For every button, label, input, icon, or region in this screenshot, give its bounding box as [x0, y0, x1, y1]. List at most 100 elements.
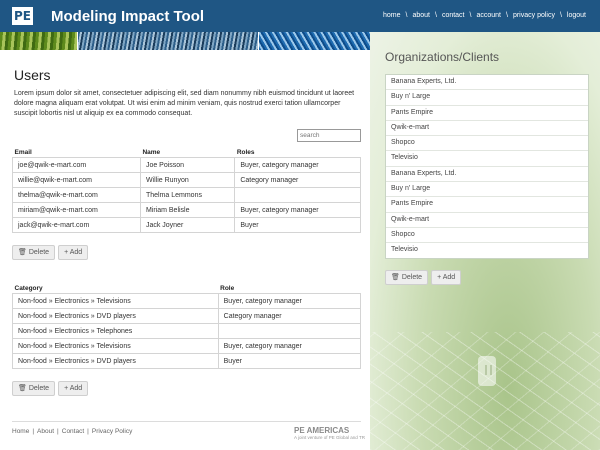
nav-link-contact[interactable]: contact [442, 12, 465, 19]
categories-delete-label: Delete [28, 385, 50, 392]
users-delete-label: Delete [28, 249, 50, 256]
users-add-button[interactable]: + Add [58, 245, 89, 260]
role-cell [217, 323, 362, 339]
organization-item[interactable]: Televisio [386, 151, 588, 167]
categories-add-button[interactable]: + Add [58, 381, 89, 396]
brand-tagline: A joint venture of PE Global and TR [294, 435, 365, 440]
nav-separator: \ [405, 12, 408, 19]
top-nav: home \ about \ contact \ account \ privacy polic… [383, 12, 586, 19]
role-cell: Buyer [217, 353, 362, 369]
nav-separator: \ [506, 12, 508, 19]
organization-item[interactable]: Banana Experts, Ltd. [386, 75, 588, 91]
email-cell: joe@qwik-e-mart.com [12, 157, 141, 173]
roles-cell: Category manager [234, 172, 361, 188]
name-cell: Jack Joyner [139, 217, 236, 233]
nav-link-home[interactable]: home [383, 12, 401, 19]
name-cell: Thelma Lemmons [139, 187, 236, 203]
table-row[interactable]: jack@qwik-e-mart.com Jack Joyner Buyer [12, 217, 361, 233]
table-row[interactable]: willie@qwik-e-mart.com Willie Runyon Categ… [12, 172, 361, 188]
users-header-row: Email Name Roles [13, 148, 361, 158]
organization-item[interactable]: Televisio [386, 243, 588, 257]
users-description: Lorem ipsum dolor sit amet, consectetuer… [14, 90, 355, 117]
column-header-category[interactable]: Category [13, 284, 219, 294]
footer-separator: | [57, 428, 59, 435]
column-header-roles[interactable]: Roles [235, 148, 361, 158]
trash-icon: 🗑 [18, 385, 27, 392]
nav-link-account[interactable]: account [476, 12, 501, 19]
nav-separator: \ [559, 12, 562, 19]
organization-item[interactable]: Shopco [386, 136, 588, 152]
role-cell: Buyer, category manager [217, 338, 362, 354]
photo-banner [0, 32, 370, 50]
email-cell: miriam@qwik-e-mart.com [12, 202, 141, 218]
plus-icon: + [64, 385, 69, 392]
organization-item[interactable]: Qwik-e-mart [386, 213, 588, 228]
users-delete-button[interactable]: 🗑 Delete [12, 245, 56, 260]
table-row[interactable]: thelma@qwik-e-mart.com Thelma Lemmons [12, 187, 361, 203]
table-row[interactable]: miriam@qwik-e-mart.com Miriam Belisle Buye… [12, 202, 361, 218]
banner-image-water [259, 32, 370, 50]
organizations-buttons: 🗑 Delete + Add [385, 270, 464, 288]
category-cell: Non-food » Electronics » DVD players [12, 308, 219, 324]
org-add-button[interactable]: + Add [431, 270, 462, 285]
organization-item[interactable]: Shopco [386, 228, 588, 244]
column-header-name[interactable]: Name [140, 148, 234, 158]
column-header-email[interactable]: Email [13, 148, 141, 158]
table-row[interactable]: Non-food » Electronics » Telephones [12, 323, 362, 339]
plus-icon: + [64, 249, 69, 256]
search-input[interactable] [297, 129, 361, 142]
org-add-label: Add [442, 274, 456, 281]
name-cell: Joe Poisson [139, 157, 236, 173]
footer-links: Home | About | Contact | Privacy Policy [12, 428, 132, 435]
column-header-role[interactable]: Role [218, 284, 360, 294]
table-row[interactable]: Non-food » Electronics » Televisions Buye… [12, 293, 362, 309]
categories-add-label: Add [69, 385, 83, 392]
table-row[interactable]: joe@qwik-e-mart.com Joe Poisson Buyer, cat… [12, 157, 361, 173]
roles-cell [234, 187, 361, 203]
footer-link-about[interactable]: About [37, 428, 54, 435]
organization-item[interactable]: Qwik-e-mart [386, 121, 588, 137]
nav-link-about[interactable]: about [412, 12, 430, 19]
pe-logo[interactable]: PE [12, 7, 33, 25]
organizations-title: Organizations/Clients [385, 50, 500, 64]
table-row[interactable]: Non-food » Electronics » DVD players Cate… [12, 308, 362, 324]
organization-item[interactable]: Buy n' Large [386, 182, 588, 198]
roles-cell: Buyer, category manager [234, 157, 361, 173]
brand-name: PE AMERICAS [294, 426, 350, 435]
roles-cell: Buyer [234, 217, 361, 233]
organization-item[interactable]: Buy n' Large [386, 90, 588, 106]
nav-link-privacy-policy[interactable]: privacy policy [513, 12, 555, 19]
users-add-label: Add [69, 249, 83, 256]
table-row[interactable]: Non-food » Electronics » DVD players Buye… [12, 353, 362, 369]
organization-item[interactable]: Pants Empire [386, 197, 588, 213]
table-row[interactable]: Non-food » Electronics » Televisions Buye… [12, 338, 362, 354]
footer-link-privacy-policy[interactable]: Privacy Policy [92, 428, 132, 435]
footer-separator: | [87, 428, 89, 435]
leaf-background [370, 332, 600, 450]
organization-item[interactable]: Banana Experts, Ltd. [386, 167, 588, 183]
users-buttons: 🗑 Delete + Add [12, 245, 91, 263]
nav-separator: \ [469, 12, 472, 19]
categories-header-row: Category Role [13, 284, 361, 294]
nav-separator: \ [434, 12, 437, 19]
footer-link-contact[interactable]: Contact [62, 428, 84, 435]
organizations-panel: Organizations/Clients Banana Experts, Lt… [370, 32, 600, 450]
name-cell: Miriam Belisle [139, 202, 236, 218]
category-cell: Non-food » Electronics » DVD players [12, 353, 219, 369]
organization-item[interactable]: Pants Empire [386, 106, 588, 121]
phone-icon [478, 356, 496, 386]
roles-cell: Buyer, category manager [234, 202, 361, 218]
role-cell: Category manager [217, 308, 362, 324]
email-cell: willie@qwik-e-mart.com [12, 172, 141, 188]
trash-icon: 🗑 [391, 274, 400, 281]
email-cell: jack@qwik-e-mart.com [12, 217, 141, 233]
org-delete-button[interactable]: 🗑 Delete [385, 270, 429, 285]
role-cell: Buyer, category manager [217, 293, 362, 309]
name-cell: Willie Runyon [139, 172, 236, 188]
nav-link-logout[interactable]: logout [567, 12, 586, 19]
categories-delete-button[interactable]: 🗑 Delete [12, 381, 56, 396]
trash-icon: 🗑 [18, 249, 27, 256]
footer-link-home[interactable]: Home [12, 428, 29, 435]
pe-americas-logo: PE AMERICAS A joint venture of PE Global… [294, 426, 365, 440]
org-delete-label: Delete [401, 274, 423, 281]
